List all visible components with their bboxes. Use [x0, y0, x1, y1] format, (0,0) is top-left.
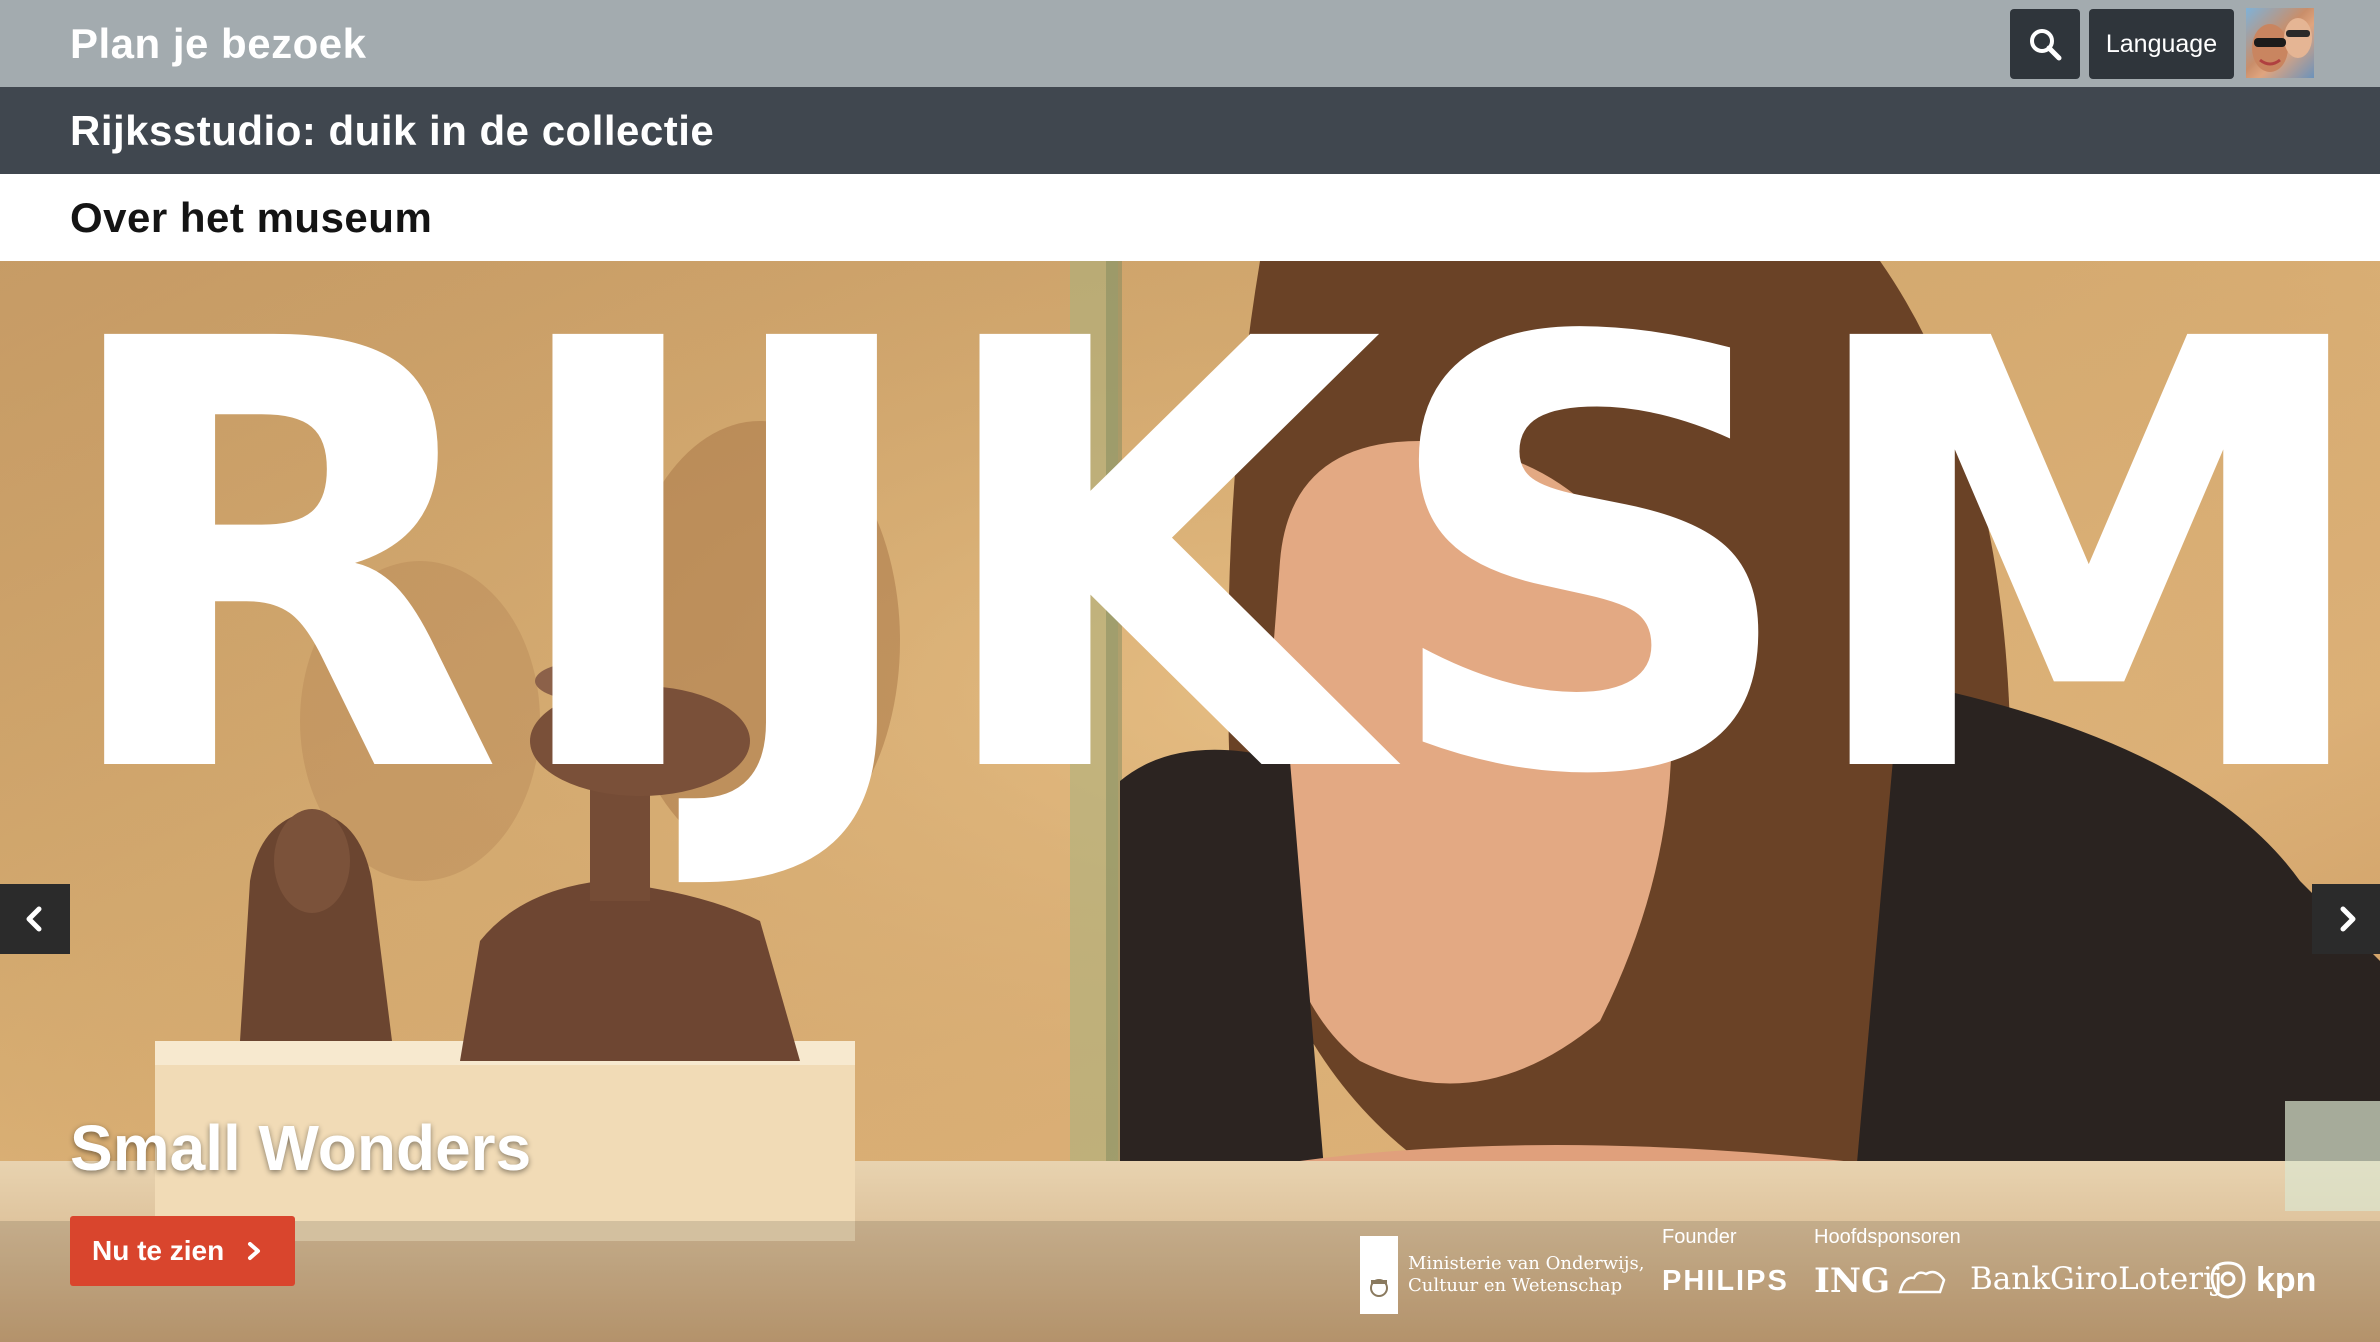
language-button[interactable]: Language [2089, 9, 2234, 79]
ing-logo[interactable]: ING [1814, 1261, 1948, 1301]
nav-about-museum[interactable]: Over het museum [0, 174, 2380, 261]
ing-logo-text: ING [1814, 1261, 1891, 1301]
avatar-image [2252, 18, 2312, 72]
ministry-logo[interactable]: Ministerie van Onderwijs, Cultuur en Wet… [1360, 1236, 1644, 1314]
philips-logo[interactable]: PHILIPS [1662, 1265, 1789, 1298]
main-sponsors-caption: Hoofdsponsoren [1814, 1226, 1961, 1248]
nav-about-museum-label: Over het museum [70, 193, 433, 241]
kpn-logo-text: kpn [2256, 1260, 2317, 1299]
ministry-line1: Ministerie van Onderwijs, [1408, 1253, 1645, 1274]
nav-plan-visit[interactable]: Plan je bezoek Language [0, 0, 2380, 87]
carousel-prev-button[interactable] [0, 884, 70, 954]
nav-rijksstudio[interactable]: Rijksstudio: duik in de collectie [0, 87, 2380, 174]
crest-icon [1360, 1236, 1398, 1314]
bankgiroloterij-logo[interactable]: BankGiroLoterij [1970, 1261, 2223, 1297]
exhibit-title[interactable]: Small Wonders [70, 1111, 531, 1185]
avatar[interactable] [2246, 8, 2314, 78]
ministry-line2: Cultuur en Wetenschap [1408, 1275, 1623, 1296]
nav-rijksstudio-label: Rijksstudio: duik in de collectie [70, 106, 715, 154]
nav-plan-visit-label: Plan je bezoek [70, 19, 367, 67]
carousel-next-button[interactable] [2312, 884, 2380, 954]
kpn-crown-icon [2210, 1261, 2246, 1299]
chevron-right-icon [2340, 906, 2356, 932]
chevron-right-icon [248, 1242, 261, 1260]
search-icon [2030, 29, 2062, 61]
now-showing-button[interactable]: Nu te zien [70, 1216, 295, 1286]
kpn-logo[interactable]: kpn [2206, 1257, 2316, 1303]
now-showing-label: Nu te zien [92, 1235, 225, 1266]
rijksmuseum-wordmark: RIJKSMU [50, 261, 2380, 904]
lion-icon [1898, 1270, 1946, 1294]
search-button[interactable] [2010, 9, 2080, 79]
founder-caption: Founder [1662, 1226, 1737, 1248]
chevron-left-icon [26, 906, 42, 932]
hero-carousel: RIJKSMU Small Wonders Nu te zien [0, 261, 2380, 1342]
